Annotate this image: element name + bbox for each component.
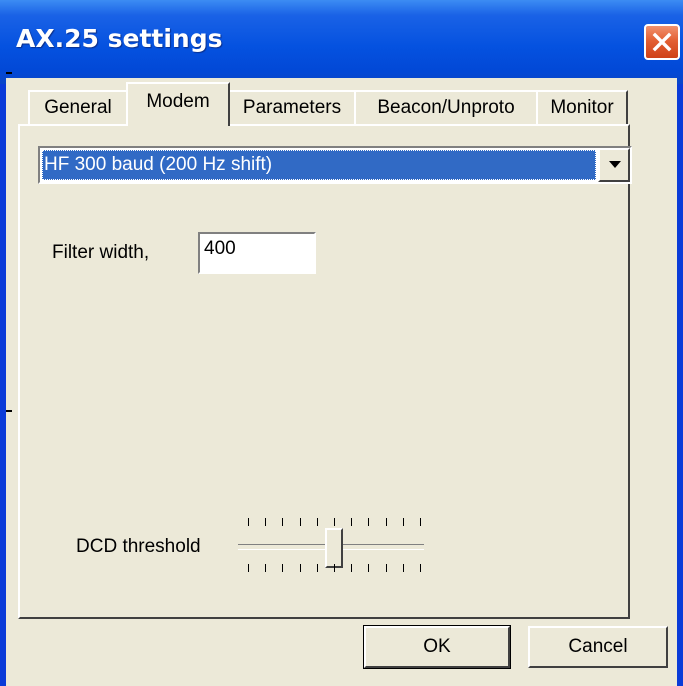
slider-tick xyxy=(300,518,301,526)
slider-tick xyxy=(368,564,369,572)
slider-tick xyxy=(265,518,266,526)
tab-parameters[interactable]: Parameters xyxy=(228,90,356,124)
filter-width-label: Filter width, xyxy=(52,242,150,263)
slider-tick xyxy=(265,564,266,572)
chevron-down-icon xyxy=(609,161,621,168)
slider-tick xyxy=(403,518,404,526)
tab-general[interactable]: General xyxy=(28,90,128,124)
slider-tick xyxy=(420,518,421,526)
ok-button[interactable]: OK xyxy=(363,625,511,669)
title-bar[interactable]: AX.25 settings xyxy=(0,0,683,84)
slider-tick xyxy=(386,564,387,572)
window-title: AX.25 settings xyxy=(16,24,223,53)
close-button[interactable] xyxy=(644,24,680,60)
dcd-threshold-slider[interactable] xyxy=(234,510,434,580)
slider-tick xyxy=(351,564,352,572)
modem-mode-select[interactable]: HF 300 baud (200 Hz shift) xyxy=(38,146,632,184)
slider-tick xyxy=(334,564,335,572)
dialog-window: AX.25 settings General Modem Parameters … xyxy=(0,0,683,686)
edge-mark xyxy=(6,72,12,74)
slider-tick xyxy=(386,518,387,526)
dropdown-button[interactable] xyxy=(598,148,630,182)
modem-mode-selected-value: HF 300 baud (200 Hz shift) xyxy=(42,150,596,180)
tab-monitor[interactable]: Monitor xyxy=(536,90,628,124)
tab-modem[interactable]: Modem xyxy=(126,82,230,126)
slider-thumb[interactable] xyxy=(325,528,343,568)
close-icon xyxy=(652,32,672,52)
dialog-body: General Modem Parameters Beacon/Unproto … xyxy=(6,72,677,686)
slider-tick xyxy=(317,564,318,572)
slider-tick xyxy=(334,518,335,526)
slider-tick xyxy=(403,564,404,572)
filter-width-input[interactable]: 400 xyxy=(198,232,316,274)
slider-tick xyxy=(282,564,283,572)
slider-tick xyxy=(351,518,352,526)
slider-tick xyxy=(282,518,283,526)
slider-tick xyxy=(300,564,301,572)
slider-tick xyxy=(248,564,249,572)
slider-tick xyxy=(420,564,421,572)
dcd-threshold-label: DCD threshold xyxy=(76,536,201,557)
edge-mark xyxy=(6,410,12,412)
slider-tick xyxy=(317,518,318,526)
cancel-button[interactable]: Cancel xyxy=(528,626,668,668)
slider-tick xyxy=(248,518,249,526)
slider-tick xyxy=(368,518,369,526)
tab-beacon-unproto[interactable]: Beacon/Unproto xyxy=(354,90,538,124)
